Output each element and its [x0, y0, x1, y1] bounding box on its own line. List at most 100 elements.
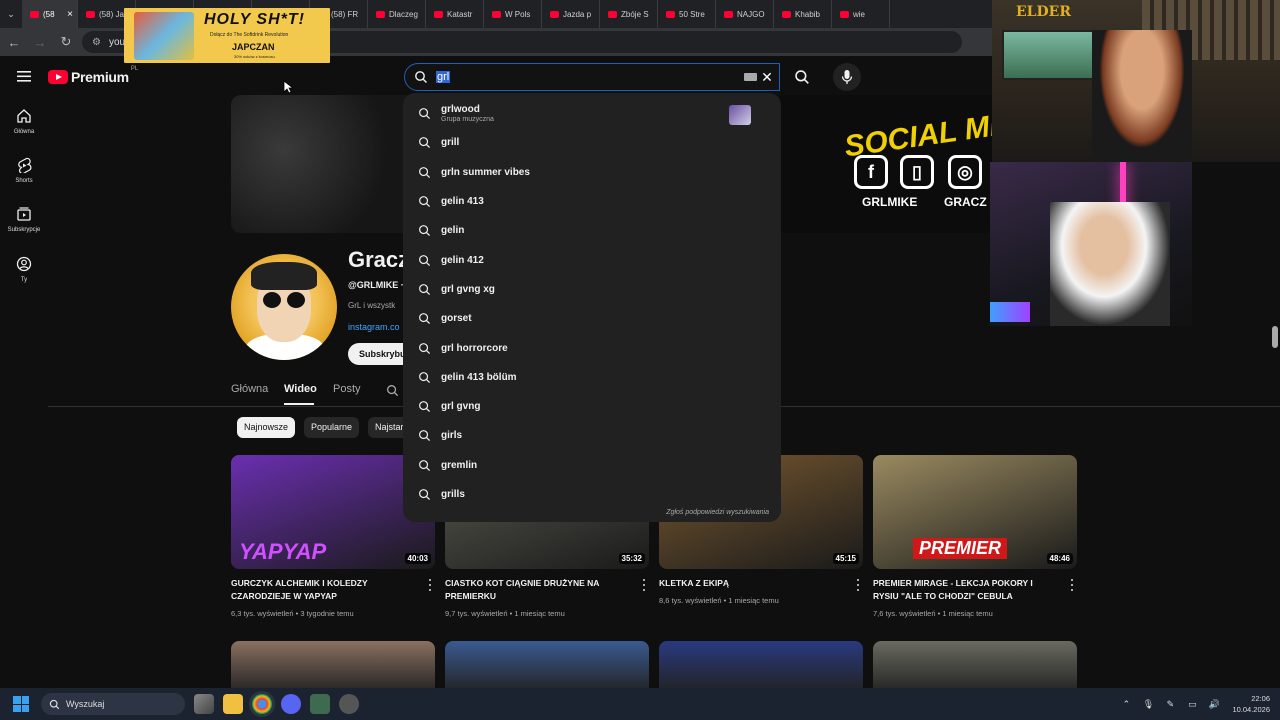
sidebar-item-you[interactable]: Ty — [0, 256, 48, 306]
video-thumbnail[interactable]: PREMIER 48:46 — [873, 455, 1077, 569]
browser-tab[interactable]: Jazda p — [542, 0, 600, 28]
tab-home[interactable]: Główna — [231, 383, 268, 395]
file-explorer-icon[interactable] — [223, 694, 243, 714]
chip-popular[interactable]: Popularne — [304, 417, 360, 438]
youtube-favicon-icon — [724, 10, 733, 18]
browser-tab[interactable]: NAJGO — [716, 0, 774, 28]
ad-title: HOLY SH*T! — [204, 11, 305, 28]
voice-search-button[interactable] — [833, 63, 861, 91]
clock[interactable]: 22:06 10.04.2026 — [1232, 693, 1270, 715]
reload-button[interactable]: ↻ — [54, 30, 78, 54]
search-button[interactable] — [786, 63, 818, 91]
youtube-favicon-icon — [608, 10, 617, 18]
rgb-keyboard — [990, 302, 1030, 322]
menu-icon[interactable] — [14, 66, 34, 86]
sidebar-item-shorts[interactable]: Shorts — [0, 157, 48, 207]
video-thumbnail[interactable] — [231, 641, 435, 693]
video-thumbnail[interactable] — [445, 641, 649, 693]
video-duration: 45:15 — [832, 553, 859, 564]
start-button[interactable] — [13, 696, 29, 712]
ad-subtitle: Dołącz do The Softdrink Revolution — [210, 32, 289, 38]
back-button[interactable]: ← — [2, 30, 26, 54]
search-icon — [419, 254, 431, 266]
keyboard-icon[interactable] — [744, 73, 757, 81]
browser-tab[interactable]: Zbóje S — [600, 0, 658, 28]
home-icon — [17, 109, 31, 123]
search-suggestion[interactable]: grlwood Grupa muzyczna — [403, 99, 781, 128]
report-suggestions-link[interactable]: Zgłoś podpowiedzi wyszukiwania — [666, 509, 769, 516]
browser-tab[interactable]: Dlaczeg — [368, 0, 426, 28]
tab-videos[interactable]: Wideo — [284, 383, 317, 395]
channel-description[interactable]: GrL i wszystk — [348, 301, 404, 310]
video-title[interactable]: PREMIER MIRAGE - LEKCJA POKORY I RYSIU "… — [873, 577, 1053, 603]
chip-oldest[interactable]: Najstarsze — [368, 417, 404, 438]
discord-icon[interactable] — [281, 694, 301, 714]
chevron-up-icon[interactable]: ⌃ — [1120, 698, 1132, 710]
search-suggestion[interactable]: gorset — [403, 304, 781, 333]
channel-handle: @GRLMIKE · — [348, 280, 404, 290]
search-suggestion[interactable]: grl horrorcore — [403, 333, 781, 362]
app-icon[interactable] — [310, 694, 330, 714]
more-options-icon[interactable] — [425, 578, 435, 592]
chrome-icon[interactable] — [252, 694, 272, 714]
more-options-icon[interactable] — [639, 578, 649, 592]
search-suggestion[interactable]: gremlin — [403, 451, 781, 480]
close-tab-icon[interactable]: × — [67, 9, 73, 20]
search-suggestion[interactable]: grill — [403, 128, 781, 157]
video-thumbnail[interactable] — [873, 641, 1077, 693]
streamer — [1092, 30, 1192, 162]
search-suggestion[interactable]: grills — [403, 480, 781, 509]
ad-tagline: 30% soków z kosmosu — [234, 54, 275, 59]
video-title[interactable]: GURCZYK ALCHEMIK I KOLEDZY CZARODZIEJE W… — [231, 577, 411, 603]
chip-newest[interactable]: Najnowsze — [237, 417, 296, 438]
search-suggestion[interactable]: grln summer vibes — [403, 158, 781, 187]
browser-tab[interactable]: wie — [832, 0, 890, 28]
search-suggestion[interactable]: gelin 413 — [403, 187, 781, 216]
browser-tab[interactable]: Katastr — [426, 0, 484, 28]
browser-tab[interactable]: 50 Stre — [658, 0, 716, 28]
sidebar-item-home[interactable]: Główna — [0, 108, 48, 158]
more-options-icon[interactable] — [853, 578, 863, 592]
site-info-icon[interactable]: ⚙ — [92, 37, 101, 48]
page-scrollbar[interactable] — [1272, 326, 1278, 348]
thumbnail-text: YAPYAP — [239, 539, 327, 564]
obs-icon[interactable] — [339, 694, 359, 714]
video-thumbnail[interactable] — [659, 641, 863, 693]
video-title[interactable]: KLETKA Z EKIPĄ — [659, 577, 839, 590]
view-count: 6,3 tys. wyświetleń — [231, 609, 294, 618]
search-input[interactable]: grl ✕ — [404, 63, 780, 91]
browser-tab[interactable]: Khabib — [774, 0, 832, 28]
tab-search-button[interactable]: ⌄ — [0, 0, 22, 28]
taskbar-search[interactable]: Wyszukaj — [41, 693, 185, 715]
upload-age: 1 miesiąc temu — [942, 609, 993, 618]
search-suggestion[interactable]: gelin — [403, 216, 781, 245]
search-suggestion[interactable]: gelin 412 — [403, 245, 781, 274]
stream-logo: ELDER — [1016, 4, 1071, 20]
search-suggestion[interactable]: grl gvng — [403, 392, 781, 421]
browser-tab[interactable]: W Pols — [484, 0, 542, 28]
more-options-icon[interactable] — [1067, 578, 1077, 592]
search-icon — [419, 342, 431, 354]
channel-search-icon[interactable] — [386, 384, 399, 397]
microphone-icon[interactable]: 🎙 — [1142, 698, 1154, 710]
sidebar-item-subscriptions[interactable]: Subskrypcje — [0, 206, 48, 256]
clear-search-button[interactable]: ✕ — [759, 69, 775, 85]
video-duration: 40:03 — [404, 553, 431, 564]
task-view-icon[interactable] — [194, 694, 214, 714]
speaker-icon[interactable]: 🔊 — [1208, 698, 1220, 710]
network-icon[interactable]: ▭ — [1186, 698, 1198, 710]
pen-icon[interactable]: ✎ — [1164, 698, 1176, 710]
search-suggestion[interactable]: girls — [403, 421, 781, 450]
youtube-premium-logo[interactable]: Premium PL — [48, 66, 138, 86]
channel-link[interactable]: instagram.co — [348, 322, 404, 332]
search-suggestion[interactable]: gelin 413 bölüm — [403, 363, 781, 392]
forward-button[interactable]: → — [28, 30, 52, 54]
video-title[interactable]: CIASTKO KOT CIĄGNIE DRUŻYNE NA PREMIERKU — [445, 577, 625, 603]
tab-posts[interactable]: Posty — [333, 383, 361, 395]
subscriptions-icon — [17, 207, 31, 221]
upload-age: 1 miesiąc temu — [728, 596, 779, 605]
search-suggestion[interactable]: grl gvng xg — [403, 275, 781, 304]
banner-handle-1: GRLMIKE — [862, 195, 918, 209]
search-icon — [795, 70, 809, 84]
browser-tab[interactable]: (58 × — [22, 0, 78, 28]
